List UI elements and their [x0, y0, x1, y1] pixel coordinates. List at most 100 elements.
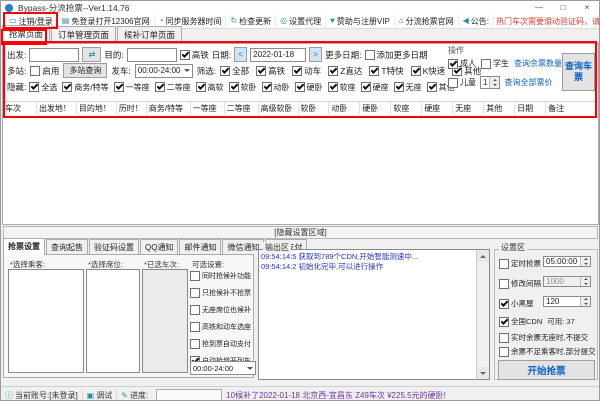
grab-time-range-select[interactable]: 00:00-24:00 — [190, 361, 256, 375]
info-icon: ⓘ — [5, 390, 13, 401]
depart-input[interactable] — [29, 48, 79, 62]
output-log-box[interactable]: 09:54:14:5 获取到789个CDN,开始智能测速中...09:54:14… — [258, 249, 490, 380]
seat-class-checkbox[interactable]: 全选 — [29, 82, 57, 93]
seat-class-checkbox[interactable]: 二等座 — [155, 82, 191, 93]
query-price-link[interactable]: 查询全部票价 — [504, 77, 552, 88]
checkbox-icon — [394, 82, 404, 92]
hide-label: 隐藏: — [7, 81, 26, 93]
checkbox-icon — [114, 82, 124, 92]
operate-label: 操作 — [448, 45, 464, 56]
close-button[interactable]: × — [575, 1, 599, 14]
child-count-stepper[interactable]: 1 — [480, 76, 500, 89]
start-grab-button[interactable]: 开始抢票 — [498, 360, 595, 380]
prev-date-button[interactable]: < — [234, 47, 247, 62]
train-type-checkbox[interactable]: K快速 — [411, 65, 446, 77]
grab-settings-panel: *选择乘客: *选择席位: *已选车次: 可选设置: 同时抢候补功能 只抢候补不… — [3, 254, 254, 378]
bottom-area: 抢票设置查询起售验证码设置QQ通知邮件通知微信通知自动支付 *选择乘客: *选择… — [1, 241, 600, 384]
settings-tab[interactable]: 抢票设置 — [3, 238, 45, 255]
toolbar-item[interactable]: ◀ 公告: — [459, 15, 494, 28]
seat-class-checkbox[interactable]: 高软 — [196, 82, 224, 93]
timed-grab-checkbox[interactable]: 定时抢票 — [499, 258, 541, 269]
grab-option-checkbox[interactable]: 同时抢候补功能 — [190, 271, 252, 281]
grab-option-checkbox[interactable]: 只抢候补不抢票 — [190, 288, 252, 298]
settings-tab[interactable]: 验证码设置 — [89, 239, 139, 255]
passenger-listbox[interactable] — [8, 269, 84, 373]
output-group: 输出区 09:54:14:5 获取到789个CDN,开始智能测速中...09:5… — [258, 243, 490, 381]
train-table-body[interactable] — [3, 114, 598, 224]
page-tab[interactable]: 订单管理页面 — [51, 26, 116, 43]
debug-toggle[interactable]: ▣ 调试 — [83, 389, 118, 401]
train-type-checkbox[interactable]: 高铁 — [256, 65, 285, 77]
train-type-checkbox[interactable]: T特快 — [369, 65, 403, 77]
scroll-down-icon[interactable] — [477, 367, 489, 379]
output-scrollbar[interactable] — [476, 250, 489, 379]
stepper-arrows-icon[interactable] — [580, 257, 590, 266]
student-checkbox[interactable]: 学生 — [481, 58, 509, 69]
blackroom-checkbox[interactable]: 小黑屋 — [499, 298, 534, 309]
window-title: Bypass-分流抢票--Ver1.14.76 — [18, 2, 129, 14]
seat-class-checkbox[interactable]: 软卧 — [229, 82, 257, 93]
stepper-arrows-icon[interactable] — [580, 297, 590, 306]
more-dates-label: 更多日期: — [325, 49, 361, 61]
toolbar-item[interactable]: ◎ 设置代理 — [276, 15, 326, 28]
minimize-button[interactable]: — — [527, 1, 551, 14]
toolbar-item[interactable]: ⌂ 分流抢票官网 — [395, 15, 459, 28]
train-type-checkbox[interactable]: 全部 — [220, 65, 249, 77]
timed-grab-time-input[interactable]: 05:00:00 — [543, 256, 591, 267]
stepper-arrows-icon[interactable] — [580, 277, 590, 286]
collapse-settings-bar[interactable]: [隐藏设置区域] — [3, 226, 598, 239]
maximize-button[interactable]: □ — [551, 1, 575, 14]
train-type-checkbox[interactable]: 动车 — [292, 65, 321, 77]
grab-page: 出发: ⇄ 目的: 高铁 日期: < 2022-01-18 > 更多日期: 添加… — [2, 43, 599, 225]
depart-time-select[interactable]: 00:00-24:00 — [135, 64, 193, 78]
train-type-checkbox[interactable]: Z直达 — [328, 65, 362, 77]
checkbox-icon — [499, 299, 509, 309]
no-seat-no-submit-checkbox[interactable]: 实时余票无座时,不提交 — [499, 332, 588, 343]
app-window: Bypass-分流抢票--Ver1.14.76 — □ × ▭ 注销/登录 ▤ … — [0, 0, 600, 401]
seat-class-checkbox[interactable]: 硬卧 — [295, 82, 323, 93]
seat-class-checkbox[interactable]: 无座 — [394, 82, 422, 93]
seat-class-checkbox[interactable]: 软座 — [328, 82, 356, 93]
date-input[interactable]: 2022-01-18 — [250, 48, 306, 62]
toolbar-item[interactable]: ♥ 赞助与注册VIP — [326, 15, 395, 28]
settings-tab[interactable]: QQ通知 — [140, 239, 178, 255]
add-more-dates-checkbox[interactable]: 添加更多日期 — [365, 49, 428, 61]
child-checkbox[interactable]: 儿童 — [448, 77, 476, 88]
grab-option-checkbox[interactable]: 抢到票自动支付 — [190, 339, 252, 349]
query-remaining-link[interactable]: 查询余票数量 — [514, 58, 562, 69]
multi-station-query-button[interactable]: 多站查询 — [63, 63, 107, 78]
adult-checkbox[interactable]: 成人 — [448, 58, 476, 69]
next-date-button[interactable]: > — [309, 47, 322, 62]
grab-option-checkbox[interactable]: 高铁和动车选座 — [190, 322, 252, 332]
seat-class-checkbox[interactable]: 一等座 — [114, 82, 150, 93]
partial-submit-checkbox[interactable]: 余票不足乘客时,部分提交 — [499, 346, 596, 357]
page-tab[interactable]: 候补订单页面 — [117, 26, 182, 43]
seat-class-checkbox[interactable]: 硬座 — [361, 82, 389, 93]
swap-stations-button[interactable]: ⇄ — [82, 47, 101, 62]
interval-input[interactable]: 1000 — [543, 276, 591, 287]
scroll-up-icon[interactable] — [477, 250, 489, 262]
page-tab[interactable]: 抢票页面 — [2, 25, 50, 43]
grab-option-checkbox[interactable]: 无座席位也候补 — [190, 305, 252, 315]
seat-class-checkbox[interactable]: 动卧 — [262, 82, 290, 93]
query-tickets-button[interactable]: 查询车票 — [562, 53, 595, 91]
checkbox-icon — [328, 82, 338, 92]
multi-enable-checkbox[interactable]: 启用 — [30, 65, 59, 77]
selected-trains-listbox[interactable] — [142, 269, 188, 373]
toolbar-item[interactable]: ↻ 检查更新 — [226, 15, 276, 28]
toolbar-icon: ◀ — [463, 17, 469, 25]
seat-listbox[interactable] — [86, 269, 140, 373]
account-status: 当前账号:[未登录] — [15, 390, 78, 401]
cdn-checkbox[interactable]: 全国CDN — [499, 316, 542, 327]
settings-tab[interactable]: 查询起售 — [46, 239, 88, 255]
blackroom-input[interactable]: 120 — [543, 296, 591, 307]
grab-options: 同时抢候补功能 只抢候补不抢票 无座席位也候补 高铁和动车选座 抢到票自动支付 … — [190, 271, 252, 366]
hide-row: 隐藏: 全选 商务/特等 一等座 二等座 高软 — [7, 81, 455, 93]
dest-input[interactable] — [127, 48, 177, 62]
log-line: 09:54:14:5 获取到789个CDN,开始智能测速中... — [261, 252, 476, 262]
highspeed-checkbox[interactable]: 高铁 — [180, 49, 209, 61]
settings-tab[interactable]: 邮件通知 — [179, 239, 221, 255]
seat-class-checkbox[interactable]: 商务/特等 — [62, 82, 108, 93]
interval-checkbox[interactable]: 修改间隔 — [499, 278, 541, 289]
stepper-arrows-icon[interactable] — [489, 77, 499, 88]
